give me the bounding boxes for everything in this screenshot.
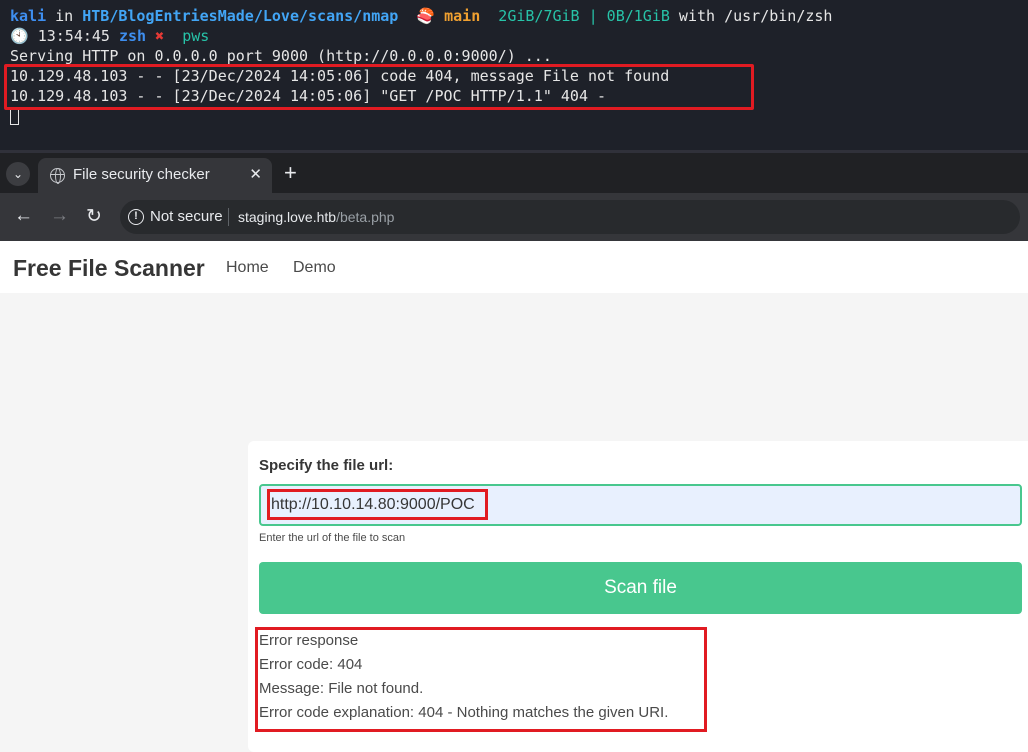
tab-search-button[interactable]: ⌄ bbox=[6, 162, 30, 186]
scan-file-button[interactable]: Scan file bbox=[259, 562, 1022, 614]
address-separator bbox=[228, 208, 229, 226]
prompt-path: HTB/BlogEntriesMade/Love/scans/nmap bbox=[82, 7, 399, 25]
nav-link-demo[interactable]: Demo bbox=[293, 259, 336, 277]
output-line: Serving HTTP on 0.0.0.0 port 9000 (http:… bbox=[10, 47, 552, 65]
url-field-label: Specify the file url: bbox=[259, 457, 394, 474]
back-button[interactable]: ← bbox=[14, 205, 33, 227]
url-host: staging.love.htb bbox=[238, 209, 337, 225]
url-text[interactable]: staging.love.htb/beta.php bbox=[238, 209, 394, 225]
command-line: 🕙 13:54:45 zsh ✖ pws bbox=[10, 26, 1028, 46]
url-path: /beta.php bbox=[336, 209, 395, 225]
close-icon[interactable]: ✕ bbox=[249, 165, 262, 183]
url-help-text: Enter the url of the file to scan bbox=[259, 532, 406, 544]
new-tab-button[interactable]: + bbox=[284, 160, 297, 186]
reload-button[interactable]: ↻ bbox=[86, 205, 102, 228]
prompt-in: in bbox=[46, 7, 83, 25]
terminal-highlight-box bbox=[4, 64, 754, 110]
git-branch-icon: 🍣 bbox=[416, 7, 436, 25]
site-navbar: Free File Scanner Home Demo bbox=[0, 241, 1028, 293]
warning-icon[interactable]: ! bbox=[128, 209, 144, 225]
error-status-icon: ✖ bbox=[146, 27, 174, 45]
tab-strip: ⌄ File security checker ✕ + bbox=[0, 153, 1028, 193]
prompt-line: kali in HTB/BlogEntriesMade/Love/scans/n… bbox=[10, 6, 1028, 26]
input-highlight-box bbox=[267, 489, 488, 520]
prompt-shell-path: /usr/bin/zsh bbox=[724, 7, 833, 25]
typed-command: pws bbox=[173, 27, 210, 45]
tab-file-security-checker[interactable]: File security checker ✕ bbox=[38, 158, 272, 193]
clock-icon: 🕙 bbox=[10, 27, 29, 45]
browser-toolbar: ← → ↻ ! Not secure staging.love.htb/beta… bbox=[0, 193, 1028, 241]
prompt-time: 13:54:45 bbox=[28, 27, 119, 45]
address-bar[interactable]: ! Not secure staging.love.htb/beta.php bbox=[120, 200, 1020, 234]
prompt-with: with bbox=[669, 7, 725, 25]
error-highlight-box bbox=[255, 627, 707, 732]
prompt-shell: zsh bbox=[119, 27, 147, 45]
forward-button[interactable]: → bbox=[50, 205, 69, 227]
prompt-memory: 2GiB/7GiB | 0B/1GiB bbox=[480, 7, 670, 25]
prompt-branch: main bbox=[435, 7, 481, 25]
terminal-cursor bbox=[10, 108, 19, 125]
prompt-user: kali bbox=[10, 7, 47, 25]
security-label[interactable]: Not secure bbox=[150, 208, 223, 225]
tab-title: File security checker bbox=[73, 166, 210, 183]
nav-link-home[interactable]: Home bbox=[226, 259, 269, 277]
brand-title[interactable]: Free File Scanner bbox=[13, 255, 205, 282]
globe-icon bbox=[50, 168, 65, 184]
